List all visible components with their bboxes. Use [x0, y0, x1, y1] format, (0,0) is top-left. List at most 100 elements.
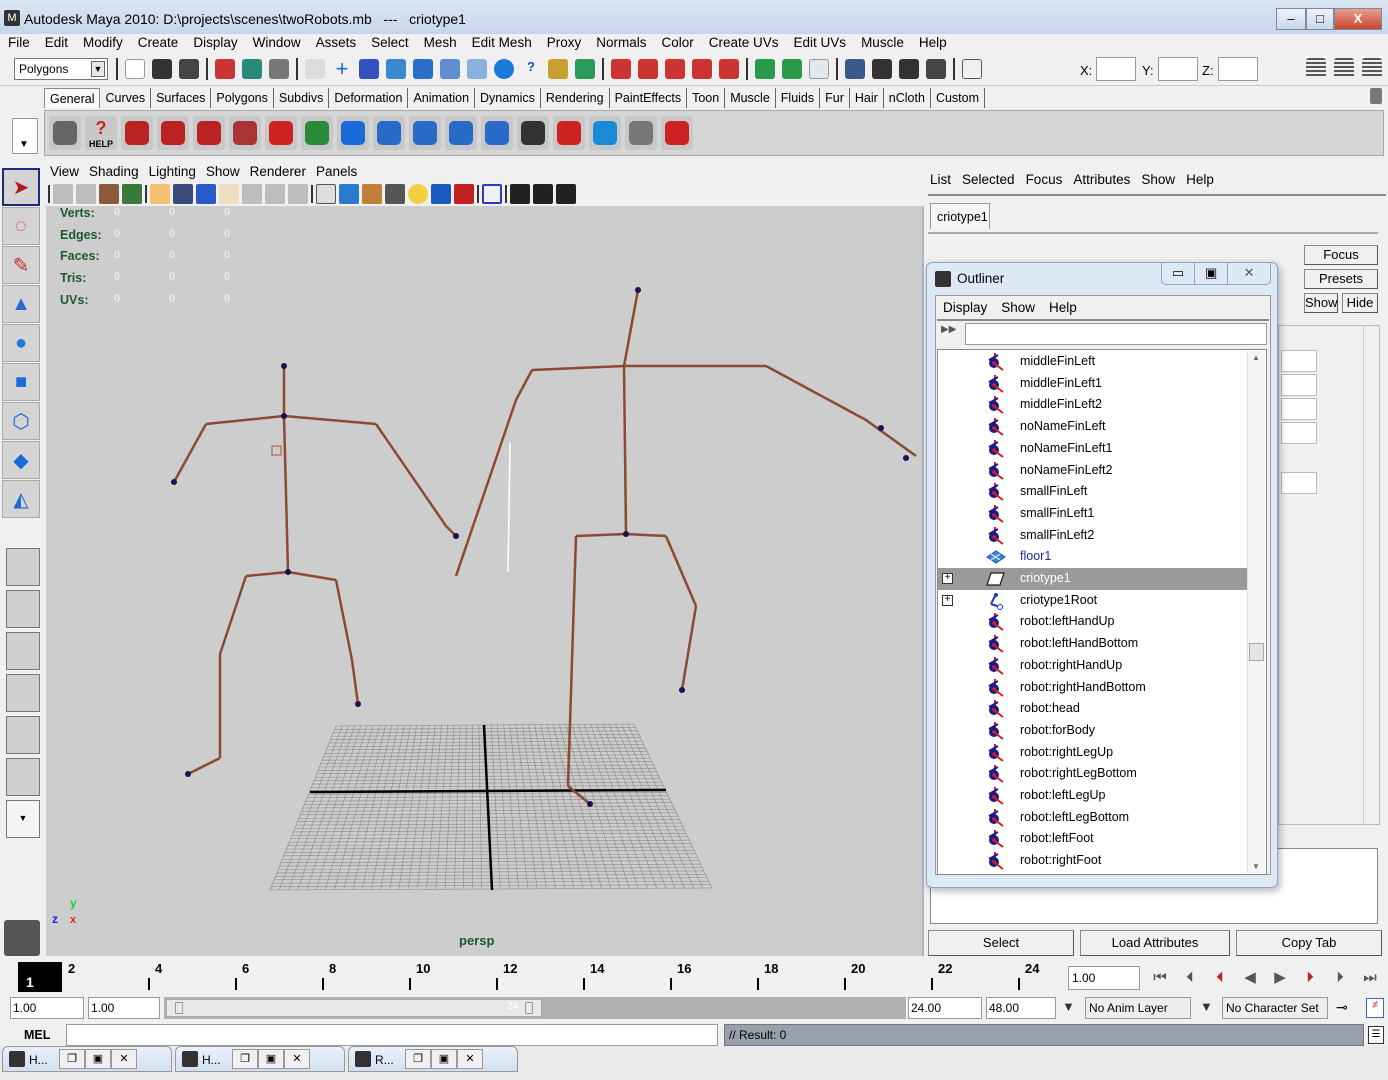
shelf-tab-fluids[interactable]: Fluids	[776, 88, 821, 108]
high-quality-icon[interactable]	[454, 184, 474, 204]
attr-menu-attributes[interactable]: Attributes	[1073, 172, 1130, 192]
outliner-item[interactable]: noNameFinLeft1	[938, 438, 1248, 460]
anim-layer-dropdown-icon[interactable]: ▼	[1062, 999, 1075, 1014]
outliner-item[interactable]: middleFinLeft	[938, 351, 1248, 373]
viewport-menu-panels[interactable]: Panels	[316, 164, 357, 182]
film-reel-icon[interactable]	[49, 116, 81, 150]
menu-assets[interactable]: Assets	[316, 34, 357, 54]
film-gate-icon[interactable]	[173, 184, 193, 204]
snap-point-icon[interactable]	[665, 59, 685, 79]
menu-file[interactable]: File	[8, 34, 30, 54]
construction-history-icon[interactable]	[809, 59, 829, 79]
image-plane-icon[interactable]	[122, 184, 142, 204]
select-object-icon[interactable]	[242, 59, 262, 79]
menu-window[interactable]: Window	[253, 34, 301, 54]
select-joints-icon[interactable]	[359, 59, 379, 79]
outliner-item[interactable]: robot:rightFoot	[938, 850, 1248, 872]
outliner-item[interactable]: floor1	[938, 546, 1248, 568]
menu-edit[interactable]: Edit	[45, 34, 68, 54]
show-manipulator-tool[interactable]: ◭	[2, 480, 40, 518]
character-set-dropdown-icon[interactable]: ▼	[1200, 999, 1213, 1014]
script-editor-icon[interactable]	[517, 116, 549, 150]
input-connections-icon[interactable]	[755, 59, 775, 79]
scale-tool[interactable]: ■	[2, 363, 40, 401]
viewport-menu-lighting[interactable]: Lighting	[149, 164, 196, 182]
go-to-start-icon[interactable]: ⏮	[1146, 964, 1174, 990]
save-scene-icon[interactable]	[179, 59, 199, 79]
attr-field[interactable]	[1281, 350, 1317, 372]
select-surfaces-icon[interactable]	[413, 59, 433, 79]
paint-tool-icon[interactable]	[661, 116, 693, 150]
restore-button[interactable]: ❐	[59, 1049, 85, 1069]
shelf-tab-painteffects[interactable]: PaintEffects	[610, 88, 688, 108]
outliner-item[interactable]: smallFinLeft	[938, 481, 1248, 503]
transform-input-icon[interactable]	[962, 59, 982, 79]
presets-button[interactable]: Presets	[1304, 269, 1378, 289]
shelf-tab-general[interactable]: General	[44, 88, 101, 108]
outliner-item[interactable]: robot:rightHandBottom	[938, 677, 1248, 699]
menu-muscle[interactable]: Muscle	[861, 34, 904, 54]
outliner-minimize-button[interactable]: ▭	[1162, 263, 1196, 284]
four-pane-layout-button[interactable]	[6, 590, 40, 628]
menu-create[interactable]: Create	[138, 34, 179, 54]
trash-icon[interactable]	[1370, 88, 1382, 104]
outliner-item[interactable]: robot:leftLegBottom	[938, 807, 1248, 829]
shelf-tab-custom[interactable]: Custom	[931, 88, 986, 108]
play-forward-icon[interactable]: ▶	[1266, 964, 1294, 990]
select-deformations-icon[interactable]	[440, 59, 460, 79]
auto-key-icon[interactable]: ⊸	[1336, 999, 1348, 1016]
isolate-select-icon[interactable]	[482, 184, 502, 204]
close-button[interactable]: X	[1334, 8, 1382, 30]
render-current-frame-icon[interactable]	[872, 59, 892, 79]
outliner-item[interactable]: middleFinLeft1	[938, 373, 1248, 395]
outliner-item[interactable]: noNameFinLeft	[938, 416, 1248, 438]
highlight-select-icon[interactable]	[575, 59, 595, 79]
menu-modify[interactable]: Modify	[83, 34, 123, 54]
script-mode-label[interactable]: MEL	[24, 1028, 50, 1042]
universal-manipulator-tool[interactable]: ⬡	[2, 402, 40, 440]
step-forward-key-icon[interactable]: ⏵	[1296, 964, 1324, 990]
camera-tumble-icon[interactable]	[121, 116, 153, 150]
select-handles-icon[interactable]: +	[332, 58, 352, 80]
scrollbar-thumb[interactable]	[1249, 643, 1264, 661]
render-view-icon[interactable]	[845, 59, 865, 79]
command-input[interactable]	[66, 1024, 718, 1046]
new-scene-icon[interactable]	[125, 59, 145, 79]
character-set-field[interactable]: No Character Set	[1222, 997, 1328, 1019]
animation-preferences-icon[interactable]: ≠	[1366, 998, 1384, 1018]
persp-graph-layout-button[interactable]	[6, 674, 40, 712]
lock-selection-icon[interactable]	[305, 59, 325, 79]
x-field[interactable]	[1096, 57, 1136, 81]
use-all-lights-icon[interactable]	[408, 184, 428, 204]
select-red-icon[interactable]	[553, 116, 585, 150]
select-mesh-icon[interactable]	[589, 116, 621, 150]
attr-menu-list[interactable]: List	[930, 172, 951, 192]
hierarchy-3-icon[interactable]	[445, 116, 477, 150]
minimize-button[interactable]: –	[1276, 8, 1306, 30]
help-icon[interactable]: ? HELP	[85, 116, 117, 150]
select-hierarchy-icon[interactable]	[215, 59, 235, 79]
step-forward-frame-icon[interactable]: ⏵	[1326, 964, 1354, 990]
shelf-tab-muscle[interactable]: Muscle	[725, 88, 776, 108]
restore-button[interactable]: ❐	[405, 1049, 431, 1069]
xray-joints-icon[interactable]	[556, 184, 576, 204]
shadows-icon[interactable]	[431, 184, 451, 204]
animation-start-field[interactable]	[10, 997, 84, 1019]
outliner-item[interactable]: smallFinLeft2	[938, 525, 1248, 547]
hierarchy-4-icon[interactable]	[481, 116, 513, 150]
shelf-tab-dynamics[interactable]: Dynamics	[475, 88, 541, 108]
close-button[interactable]: ✕	[284, 1049, 310, 1069]
outliner-menu-display[interactable]: Display	[943, 300, 987, 315]
attr-menu-selected[interactable]: Selected	[962, 172, 1015, 192]
outliner-item[interactable]: robot:leftHandUp	[938, 611, 1248, 633]
hypershade-persp-layout-button[interactable]	[6, 716, 40, 754]
textured-icon[interactable]	[385, 184, 405, 204]
menu-edit-mesh[interactable]: Edit Mesh	[472, 34, 532, 54]
viewport-menu-show[interactable]: Show	[206, 164, 240, 182]
soft-mod-tool[interactable]: ◆	[2, 441, 40, 479]
shelf-tab-polygons[interactable]: Polygons	[211, 88, 274, 108]
grid-toggle-icon[interactable]	[150, 184, 170, 204]
attr-menu-show[interactable]: Show	[1141, 172, 1175, 192]
scroll-down-icon[interactable]: ▼	[1252, 862, 1260, 871]
minimized-window[interactable]: H... ❐ ▣ ✕	[2, 1046, 172, 1072]
